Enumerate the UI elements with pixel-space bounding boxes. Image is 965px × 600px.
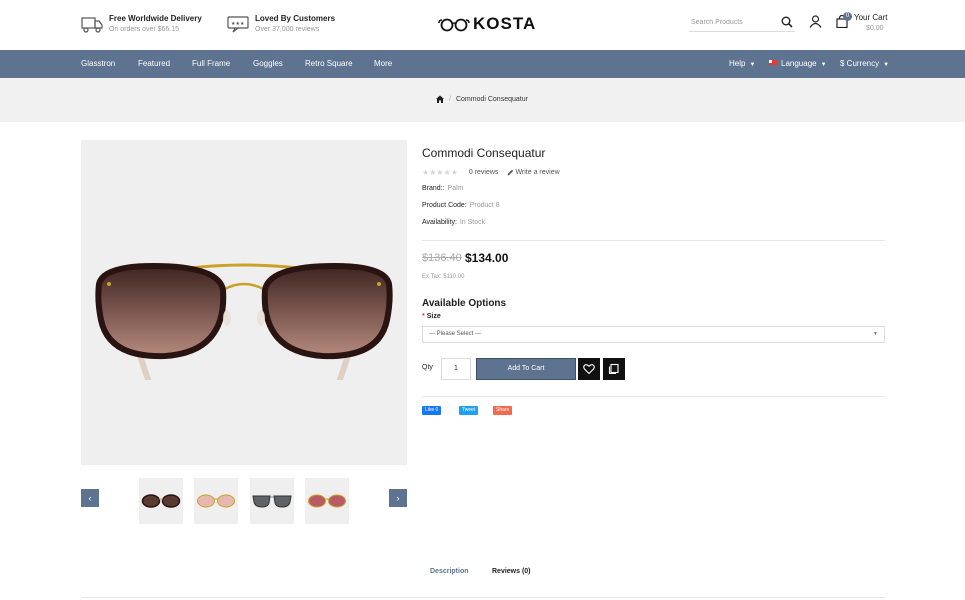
required-marker: * xyxy=(422,313,425,320)
cart-icon-wrap: 0 xyxy=(836,12,852,29)
tab-description[interactable]: Description xyxy=(430,568,469,575)
thumbnail-prev-button[interactable]: ‹ xyxy=(81,489,99,507)
tab-reviews[interactable]: Reviews (0) xyxy=(492,568,531,575)
feature-title: Loved By Customers xyxy=(255,14,336,23)
reviews-count-link[interactable]: 0 reviews xyxy=(469,169,499,176)
currency-dropdown[interactable]: $ Currency ▼ xyxy=(840,50,889,78)
product-availability: Availability: In Stock xyxy=(422,219,485,226)
nav-item-retro-square[interactable]: Retro Square xyxy=(305,50,353,78)
main-navigation: Glasstron Featured Full Frame Goggles Re… xyxy=(0,50,965,78)
cart-button[interactable]: 0 Your Cart $0.00 xyxy=(836,12,888,34)
size-select-value: --- Please Select --- xyxy=(429,331,482,337)
ex-tax-price: Ex Tax: $110.00 xyxy=(422,274,465,280)
product-brand: Brand:: Palm xyxy=(422,185,463,192)
product-rating: ★★★★★ 0 reviews Write a review xyxy=(422,168,560,177)
truck-icon xyxy=(81,17,103,33)
breadcrumb: / Commodi Consequatur xyxy=(436,95,528,103)
logo-text: KOSTA xyxy=(473,14,537,33)
options-heading: Available Options xyxy=(422,298,507,309)
home-icon[interactable] xyxy=(436,95,444,103)
nav-item-full-frame[interactable]: Full Frame xyxy=(192,50,230,78)
nav-item-goggles[interactable]: Goggles xyxy=(253,50,283,78)
pencil-icon xyxy=(507,169,514,176)
breadcrumb-band: / Commodi Consequatur xyxy=(0,78,965,122)
sunglasses-image xyxy=(95,262,393,380)
nav-item-glasstron[interactable]: Glasstron xyxy=(81,50,115,78)
rating-stars: ★★★★★ xyxy=(422,168,458,177)
select-arrow-icon: ▼ xyxy=(873,331,878,337)
size-label-text: Size xyxy=(426,313,441,320)
code-label: Product Code: xyxy=(422,202,467,209)
cart-title: Your Cart xyxy=(854,13,888,22)
glasses-logo-icon xyxy=(438,18,470,32)
product-thumbnail[interactable] xyxy=(305,478,349,524)
site-logo[interactable]: KOSTA xyxy=(438,14,536,34)
currency-label: $ Currency xyxy=(840,59,880,68)
brand-value[interactable]: Palm xyxy=(448,185,464,192)
feature-loved-by-customers: ★★★ Loved By Customers Over 37,000 revie… xyxy=(227,14,335,36)
product-main-image[interactable] xyxy=(81,140,407,465)
language-label: Language xyxy=(781,59,817,68)
divider xyxy=(422,240,885,241)
thumbnail-next-button[interactable]: › xyxy=(389,489,407,507)
add-to-cart-button[interactable]: Add To Cart xyxy=(476,358,576,380)
feature-subtitle: Over 37,000 reviews xyxy=(255,26,320,33)
search-icon[interactable] xyxy=(781,16,793,28)
chevron-down-icon: ▼ xyxy=(749,62,756,68)
help-dropdown[interactable]: Help ▼ xyxy=(729,50,755,78)
brand-label: Brand:: xyxy=(422,185,445,192)
user-account-icon[interactable] xyxy=(809,15,822,28)
sunglasses-thumbnail-red xyxy=(308,494,346,508)
cart-total: $0.00 xyxy=(866,25,884,32)
nav-item-more[interactable]: More xyxy=(374,50,392,78)
sunglasses-thumbnail-rose xyxy=(197,494,235,508)
site-header: Free Worldwide Delivery On orders over $… xyxy=(0,0,965,50)
chevron-down-icon: ▼ xyxy=(883,62,890,68)
product-thumbnail[interactable] xyxy=(250,478,294,524)
sunglasses-thumbnail-brown xyxy=(141,494,181,508)
twitter-tweet-button[interactable]: Tweet xyxy=(459,406,479,415)
product-thumbnail[interactable] xyxy=(139,478,183,524)
old-price: $136.40 xyxy=(422,252,462,264)
breadcrumb-current: Commodi Consequatur xyxy=(455,95,528,103)
feature-free-delivery: Free Worldwide Delivery On orders over $… xyxy=(81,14,202,36)
size-select[interactable]: --- Please Select --- ▼ xyxy=(422,326,885,343)
rating-icon: ★★★ xyxy=(227,16,249,33)
product-thumbnail[interactable] xyxy=(194,478,238,524)
breadcrumb-separator: / xyxy=(449,95,451,103)
feature-title: Free Worldwide Delivery xyxy=(109,14,202,23)
search-box xyxy=(689,14,795,32)
product-title: Commodi Consequatur xyxy=(422,146,546,160)
code-value: Product 8 xyxy=(469,202,500,209)
search-input[interactable] xyxy=(689,14,777,30)
product-code: Product Code: Product 8 xyxy=(422,202,500,209)
write-review-link[interactable]: Write a review xyxy=(515,169,559,176)
size-label: * Size xyxy=(422,313,441,320)
nav-item-featured[interactable]: Featured xyxy=(138,50,170,78)
tab-divider xyxy=(81,597,885,598)
quantity-input[interactable]: 1 xyxy=(441,358,471,380)
wishlist-button[interactable] xyxy=(578,358,600,380)
cart-count-badge: 0 xyxy=(843,12,852,21)
svg-text:★★★: ★★★ xyxy=(231,21,245,27)
divider xyxy=(422,396,885,397)
availability-value: In Stock xyxy=(459,219,486,226)
flag-icon xyxy=(769,60,777,66)
feature-subtitle: On orders over $66.15 xyxy=(109,26,180,33)
availability-label: Availability: xyxy=(422,219,457,226)
facebook-like-button[interactable]: Like 0 xyxy=(422,406,442,415)
sunglasses-thumbnail-grey xyxy=(252,495,292,508)
help-label: Help xyxy=(729,59,746,68)
qty-label: Qty xyxy=(422,364,433,371)
language-dropdown[interactable]: Language ▼ xyxy=(769,50,827,78)
compare-button[interactable] xyxy=(603,358,625,380)
heart-icon xyxy=(583,364,595,375)
share-button[interactable]: Share xyxy=(493,406,513,415)
chevron-down-icon: ▼ xyxy=(820,62,827,68)
compare-icon xyxy=(608,363,619,375)
current-price: $134.00 xyxy=(465,251,509,265)
